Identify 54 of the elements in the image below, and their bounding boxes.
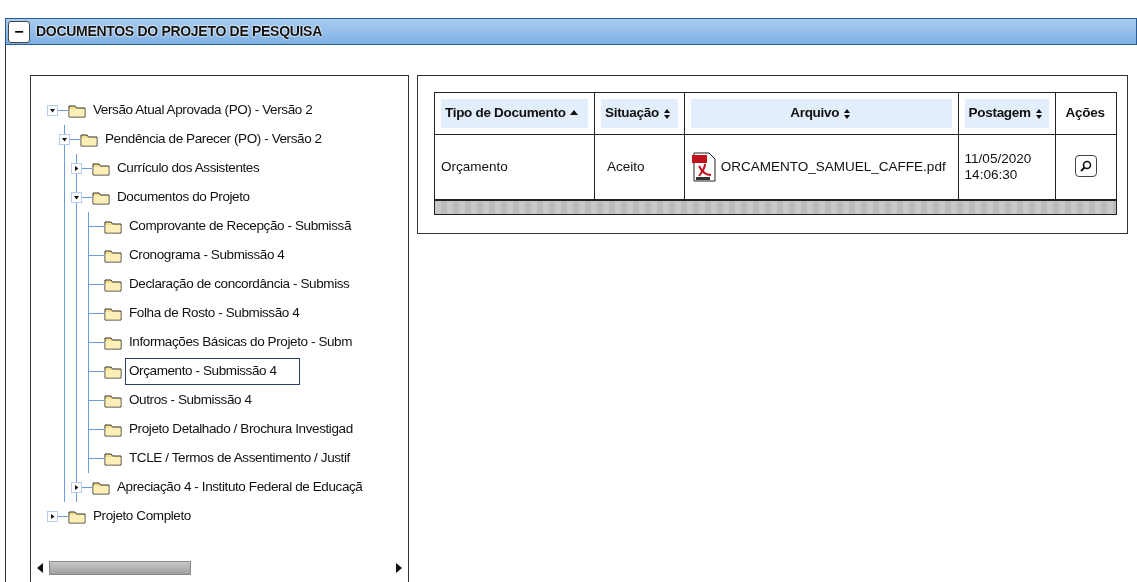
scroll-left-icon[interactable] [37,563,43,573]
table-cell: Orçamento [434,134,595,200]
tree-item[interactable]: Cronograma - Submissão 4 [125,242,289,269]
column-header[interactable]: Arquivo [690,99,952,128]
folder-icon [104,277,122,292]
collapse-toggle[interactable] [71,192,82,203]
scrollbar-thumb[interactable] [49,561,191,575]
expand-toggle[interactable] [71,163,82,174]
column-header[interactable]: Postagem [964,99,1049,128]
sort-icon[interactable] [1033,107,1044,120]
folder-icon [104,451,122,466]
tree-item[interactable]: Projeto Completo [89,503,195,530]
view-button[interactable] [1074,155,1097,178]
folder-icon [104,248,122,263]
column-header[interactable]: Situação [601,99,678,128]
column-header[interactable]: Tipo de Documento [441,99,588,128]
expand-toggle[interactable] [47,511,58,522]
expand-toggle[interactable] [71,482,82,493]
table-cell: Aceito [594,134,685,200]
folder-icon [104,335,122,350]
tree-item[interactable]: TCLE / Termos de Assentimento / Justif [125,445,354,472]
folder-icon [68,509,86,524]
tree-item[interactable]: Documentos do Projeto [113,184,254,211]
collapse-button[interactable]: − [8,20,30,43]
sort-icon[interactable] [661,107,672,120]
folder-icon [92,161,110,176]
collapse-toggle[interactable] [59,134,70,145]
sort-icon[interactable] [842,107,853,120]
collapse-toggle[interactable] [47,105,58,116]
scroll-right-icon[interactable] [396,563,402,573]
tree-item[interactable]: Comprovante de Recepção - Submissã [125,213,356,240]
tree-item[interactable]: Outros - Submissão 4 [125,387,256,414]
tree-item[interactable]: Declaração de concordância - Submiss [125,271,354,298]
table-cell: 11/05/2020 14:06:30 [958,134,1056,200]
folder-icon [104,306,122,321]
tree-item[interactable]: Pendência de Parecer (PO) - Versão 2 [101,126,326,153]
folder-icon [92,480,110,495]
panel-title: DOCUMENTOS DO PROJETO DE PESQUISA [36,22,322,41]
tree-item[interactable]: Informações Básicas do Projeto - Subm [125,329,357,356]
tree-item[interactable]: Orçamento - Submissão 4 [125,358,300,385]
folder-icon [104,364,122,379]
tree-item[interactable]: Currículo dos Assistentes [113,155,264,182]
folder-icon [80,132,98,147]
folder-icon [104,219,122,234]
tree-item[interactable]: Folha de Rosto - Submissão 4 [125,300,304,327]
pdf-file-icon [690,152,717,182]
folder-icon [104,422,122,437]
search-icon [1079,160,1092,173]
tree-item[interactable]: Versão Atual Aprovada (PO) - Versão 2 [89,97,317,124]
folder-icon [92,190,110,205]
tree-item[interactable]: Apreciação 4 - Instituto Federal de Educaçã [113,474,367,501]
tree-item[interactable]: Projeto Detalhado / Brochura Investigad [125,416,357,443]
folder-icon [104,393,122,408]
folder-icon [68,103,86,118]
